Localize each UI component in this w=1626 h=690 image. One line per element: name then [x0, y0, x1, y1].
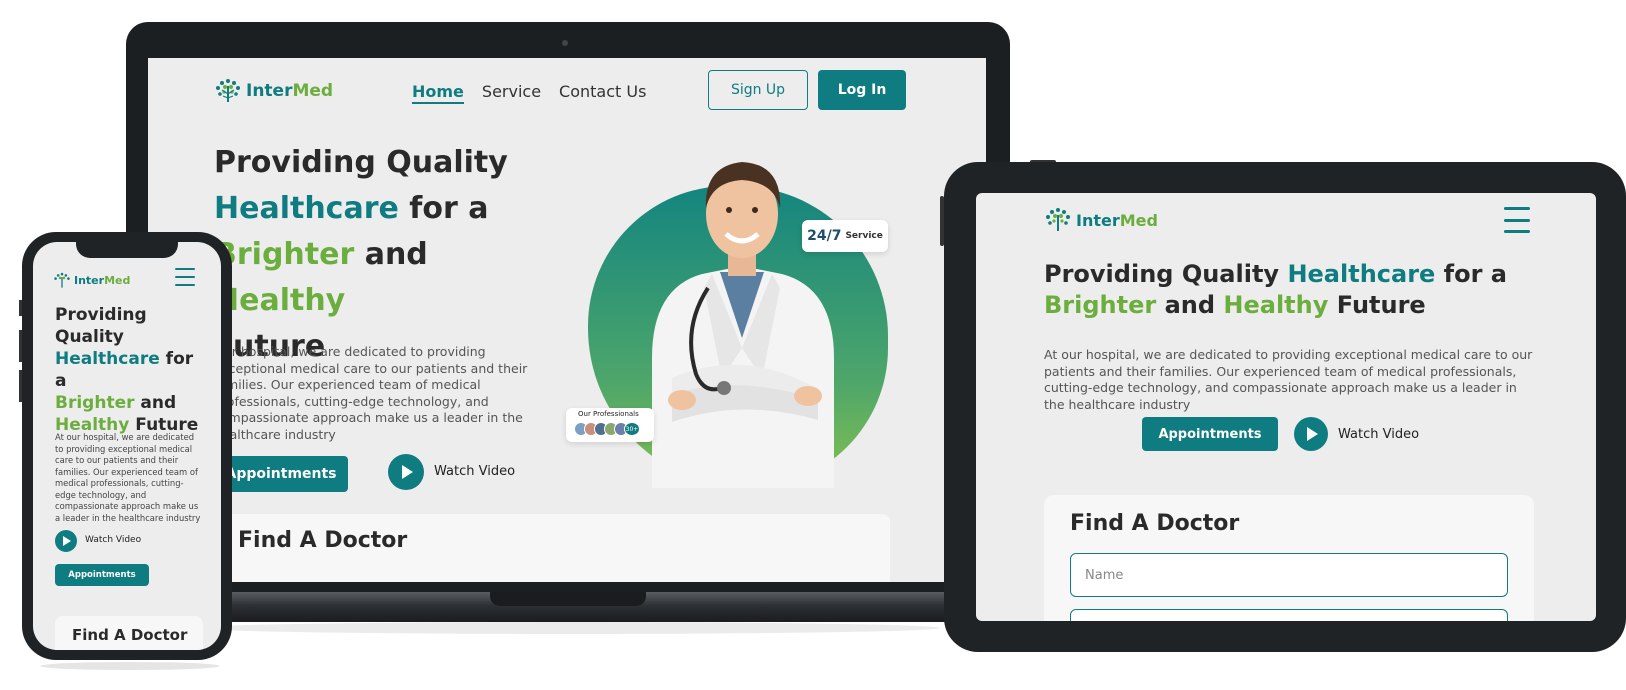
menu-bar [1504, 218, 1530, 222]
menu-icon[interactable] [1504, 207, 1530, 233]
find-doctor-card: Find A Doctor Name [1044, 495, 1534, 621]
hero-title-line1: Providing Quality [55, 305, 147, 347]
menu-bar [1504, 207, 1530, 210]
play-icon[interactable] [55, 530, 77, 552]
tree-logo-icon [54, 272, 70, 288]
watch-video-link[interactable]: Watch Video [434, 464, 515, 479]
service-247-number: 24/7 [807, 228, 842, 244]
menu-bar [175, 276, 195, 278]
appointments-button[interactable]: Appointments [214, 456, 348, 492]
nav-home[interactable]: Home [412, 82, 464, 104]
hero-description: At our hospital, we are dedicated to pro… [1044, 347, 1533, 412]
phone-notch [76, 240, 178, 258]
hero-title-healthcare: Healthcare [55, 349, 160, 369]
professionals-label: Our Professionals [578, 410, 639, 418]
professionals-badge: Our Professionals 30+ [566, 408, 654, 442]
watch-video-link[interactable]: Watch Video [1338, 427, 1419, 442]
brand-name-med: Med [292, 81, 334, 101]
hero-title-and: and [134, 393, 177, 413]
laptop-notch [490, 592, 646, 606]
find-doctor-title: Find A Doctor [72, 626, 188, 644]
hero-title-for-a: for a [398, 191, 489, 226]
laptop-screen: InterMed Home Service Contact Us Sign Up… [148, 58, 986, 582]
login-button[interactable]: Log In [818, 70, 906, 110]
appointments-button[interactable]: Appointments [55, 564, 149, 586]
signup-button[interactable]: Sign Up [708, 70, 808, 110]
menu-bar [175, 268, 195, 270]
hero-title: Providing Quality Healthcare for a Brigh… [55, 304, 205, 436]
brand-logo[interactable]: InterMed [214, 78, 333, 104]
tree-logo-icon [216, 79, 240, 102]
laptop-camera [562, 40, 568, 46]
laptop-shadow [200, 622, 940, 634]
service-247-label: Service [845, 231, 883, 241]
hero-title-brighter: Brighter [1044, 291, 1157, 319]
play-icon[interactable] [1294, 417, 1328, 451]
brand-name-inter: Inter [1076, 210, 1120, 230]
hero-description: Our hospital, we are dedicated to provid… [214, 344, 528, 442]
brand-name-inter: Inter [74, 274, 105, 287]
professionals-more-count: 30+ [624, 422, 640, 436]
hero-title-healthcare: Healthcare [214, 191, 399, 226]
find-doctor-title: Find A Doctor [1070, 511, 1240, 536]
hero-title-healthcare: Healthcare [1287, 260, 1436, 288]
hero-title-for-a: for a [1435, 260, 1507, 288]
hero-title-and: and [354, 237, 428, 272]
tree-logo-icon [1046, 208, 1070, 231]
watch-video-link[interactable]: Watch Video [85, 535, 141, 545]
hero-title: Providing Quality Healthcare for a Brigh… [1044, 259, 1544, 321]
tablet-screen: InterMed Providing Quality Healthcare fo… [976, 193, 1596, 621]
service-247-badge: 24/7 Service [802, 220, 888, 252]
hero-title-brighter: Brighter [55, 393, 135, 413]
hero-title-healthy: Healthy [1223, 291, 1329, 319]
phone-shadow [40, 662, 220, 670]
nav-service[interactable]: Service [482, 82, 541, 104]
play-icon[interactable] [388, 454, 424, 490]
brand-name-inter: Inter [246, 81, 293, 101]
find-doctor-card: Find A Doctor [55, 616, 203, 650]
phone-screen: InterMed Providing Quality Healthcare fo… [33, 242, 221, 650]
hero-title: Providing Quality Healthcare for a Brigh… [214, 140, 554, 370]
doctor-name-input[interactable]: Name [1070, 553, 1508, 597]
doctor-second-input[interactable] [1070, 609, 1508, 621]
main-nav: Home Service Contact Us [412, 82, 646, 104]
brand-logo[interactable]: InterMed [1044, 207, 1158, 233]
hero-title-and: and [1156, 291, 1224, 319]
hero-title-brighter: Brighter [214, 237, 355, 272]
menu-bar [1504, 230, 1530, 233]
brand-name-med: Med [1119, 210, 1158, 230]
appointments-button[interactable]: Appointments [1142, 417, 1278, 451]
brand-name-med: Med [104, 274, 131, 287]
hero-description: At our hospital, we are dedicated to pro… [55, 432, 201, 523]
menu-bar [175, 284, 195, 286]
nav-contact[interactable]: Contact Us [559, 82, 646, 104]
brand-logo[interactable]: InterMed [53, 272, 130, 289]
hero-title-healthy: Healthy [214, 283, 346, 318]
professionals-avatars: 30+ [574, 422, 640, 436]
hero-title-line1: Providing Quality [1044, 260, 1280, 288]
hero-title-future: Future [1336, 291, 1426, 319]
device-mockup-stage: InterMed Home Service Contact Us Sign Up… [0, 0, 1626, 690]
hero-title-line1: Providing Quality [214, 145, 508, 180]
find-doctor-card: Find A Doctor [214, 514, 890, 582]
menu-icon[interactable] [175, 268, 195, 286]
find-doctor-title: Find A Doctor [238, 528, 408, 553]
